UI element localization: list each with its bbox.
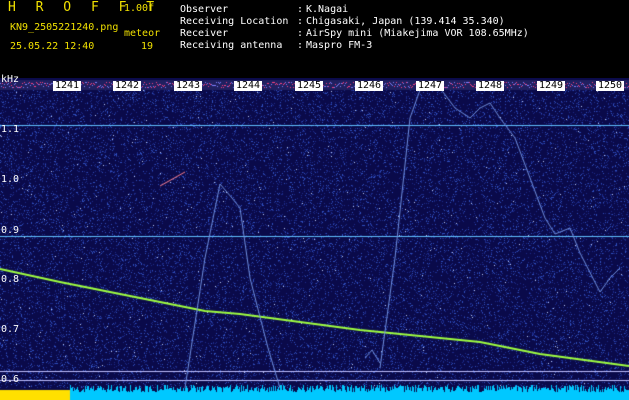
location-value: Chigasaki, Japan (139.414 35.340) <box>306 16 505 27</box>
datetime-label: 25.05.22 12:40 <box>10 41 95 52</box>
freq-tick-label: 1.0 <box>1 174 20 185</box>
location-colon: : <box>297 16 304 27</box>
time-tick-label: 1244 <box>234 80 263 91</box>
observer-label: Observer <box>180 4 229 15</box>
freq-tick-label: 0.6 <box>1 374 20 385</box>
meteor-label: meteor <box>124 28 161 39</box>
time-tick-label: 1250 <box>596 80 625 91</box>
receiver-value: AirSpy mini (Miakejima VOR 108.65MHz) <box>306 28 529 39</box>
time-tick-label: 1241 <box>53 80 82 91</box>
antenna-value: Maspro FM-3 <box>306 40 373 51</box>
spectrogram-canvas <box>0 78 629 400</box>
filename-label: KN9_2505221240.png <box>10 22 119 33</box>
time-tick-label: 1249 <box>537 80 566 91</box>
time-tick-label: 1246 <box>355 80 384 91</box>
location-label: Receiving Location <box>180 16 289 27</box>
freq-tick-label: 0.7 <box>1 324 20 335</box>
time-tick-label: 1247 <box>416 80 445 91</box>
freq-tick-label: 0.8 <box>1 274 20 285</box>
meteor-count: 19 <box>141 41 154 52</box>
antenna-label: Receiving antenna <box>180 40 283 51</box>
version-label: 1.00f <box>124 3 155 14</box>
receiver-label: Receiver <box>180 28 229 39</box>
freq-unit-label: kHz <box>1 74 20 85</box>
time-tick-label: 1245 <box>295 80 324 91</box>
antenna-colon: : <box>297 40 304 51</box>
freq-tick-label: 0.9 <box>1 225 20 236</box>
receiver-colon: : <box>297 28 304 39</box>
header-panel: H R O F F T 1.00f KN9_2505221240.png met… <box>0 0 629 78</box>
time-tick-label: 1242 <box>113 80 142 91</box>
time-tick-label: 1243 <box>174 80 203 91</box>
freq-tick-label: 1.1 <box>1 124 20 135</box>
observer-value: K.Nagai <box>306 4 349 15</box>
time-tick-label: 1248 <box>476 80 505 91</box>
observer-colon: : <box>297 4 304 15</box>
